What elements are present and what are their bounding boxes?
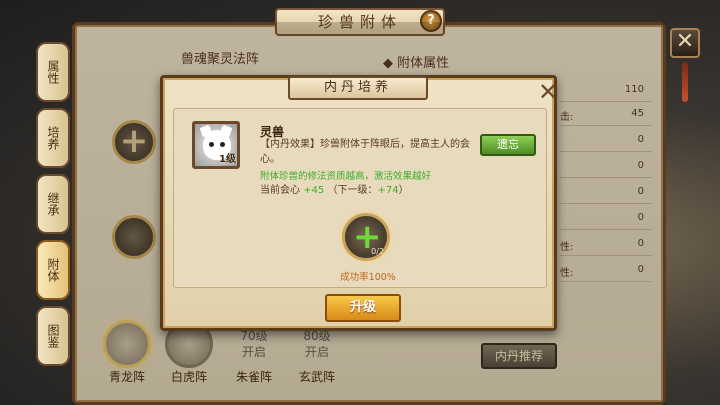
tassel-decoration: [682, 62, 688, 102]
tab-attributes[interactable]: 属性: [36, 42, 70, 102]
pet-level: 1级: [219, 154, 236, 165]
forget-button[interactable]: 遗忘: [480, 134, 536, 156]
tab-possess[interactable]: 附体: [36, 240, 70, 300]
upgrade-button[interactable]: 升级: [325, 294, 401, 322]
close-icon[interactable]: ✕: [537, 80, 559, 104]
close-icon[interactable]: ✕: [670, 28, 700, 58]
effect-text: 【内丹效果】珍兽附体于阵眼后，提高主人的会心。: [260, 139, 470, 165]
tab-cultivate[interactable]: 培养: [36, 108, 70, 168]
tip-text: 附体珍兽的修法资质越高，激活效果越好: [260, 171, 432, 182]
current-stat: 当前会心 +45 （下一级：+74）: [260, 185, 409, 196]
dialog-title: 内丹培养: [288, 76, 428, 100]
pet-portrait[interactable]: 1级: [192, 121, 240, 169]
cultivate-dialog: 内丹培养 ✕ 1级 灵兽 【内丹效果】珍兽附体于阵眼后，提高主人的会心。 附体珍…: [160, 75, 559, 331]
dialog-content: 1级 灵兽 【内丹效果】珍兽附体于阵眼后，提高主人的会心。 附体珍兽的修法资质越…: [173, 108, 547, 288]
tab-codex[interactable]: 图鉴: [36, 306, 70, 366]
tab-inherit[interactable]: 继承: [36, 174, 70, 234]
danyao-count: 0/2: [371, 247, 384, 256]
danyao-slot[interactable]: + 0/2: [342, 213, 390, 261]
success-rate: 成功率100%: [340, 272, 396, 283]
